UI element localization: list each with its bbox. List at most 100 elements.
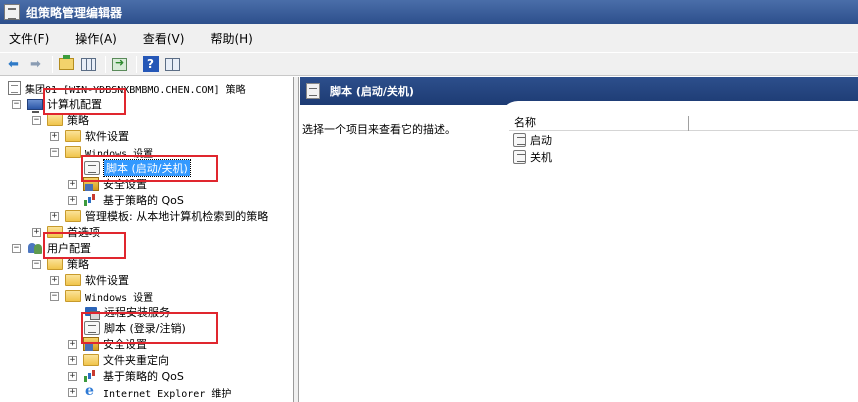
pane-splitter[interactable] <box>294 77 299 402</box>
folder-icon <box>47 258 63 270</box>
tree-item-label: 安全设置 <box>103 338 147 351</box>
tree-item-computer-windows[interactable]: − Windows 设置 <box>50 144 153 160</box>
toolbar-separator <box>136 55 137 73</box>
expand-icon[interactable]: + <box>68 179 77 189</box>
expand-icon[interactable]: + <box>68 339 77 349</box>
menu-help[interactable]: 帮助(H) <box>207 28 255 49</box>
folder-icon <box>47 114 63 126</box>
expand-icon[interactable]: + <box>68 387 77 397</box>
expand-icon[interactable]: + <box>68 195 77 205</box>
tree-item-label: 用户配置 <box>47 242 91 255</box>
collapse-icon[interactable]: − <box>12 243 21 253</box>
tree-item-user-windows[interactable]: − Windows 设置 <box>50 288 153 304</box>
collapse-icon[interactable]: − <box>32 115 41 125</box>
menu-bar: 文件(F) 操作(A) 查看(V) 帮助(H) <box>0 24 858 52</box>
folder-icon <box>47 226 63 238</box>
expand-icon[interactable]: + <box>50 275 59 285</box>
tree-item-label: 计算机配置 <box>47 98 102 111</box>
computer-icon <box>27 98 43 113</box>
folder-icon <box>65 290 81 302</box>
list-item-label: 关机 <box>530 151 552 164</box>
toolbar-separator <box>52 55 53 73</box>
script-icon <box>84 161 100 175</box>
tree-item-user-ie[interactable]: + Internet Explorer 维护 <box>68 383 232 400</box>
folder-icon <box>83 354 99 366</box>
column-header-blank[interactable] <box>689 116 858 131</box>
collapse-icon[interactable]: − <box>50 147 59 157</box>
security-settings-icon <box>83 177 99 191</box>
expand-icon[interactable]: + <box>68 371 77 381</box>
list-item-label: 启动 <box>530 134 552 147</box>
remote-install-icon <box>84 305 100 320</box>
gpo-document-icon <box>8 81 21 95</box>
toolbar-separator <box>105 55 106 73</box>
title-bar: 组策略管理编辑器 <box>0 0 858 24</box>
tree-item-computer-qos[interactable]: + 基于策略的 QoS <box>68 192 184 208</box>
script-icon <box>306 83 320 99</box>
list-item-startup[interactable]: 启动 <box>513 132 552 148</box>
tree-item-label: 基于策略的 QoS <box>103 194 184 207</box>
folder-icon <box>65 146 81 158</box>
tree-item-label: 策略 <box>67 114 89 127</box>
collapse-icon[interactable]: − <box>50 291 59 301</box>
folder-icon <box>65 210 81 222</box>
tree-item-label: 脚本 (启动/关机) <box>103 159 191 177</box>
script-icon <box>513 150 526 164</box>
column-header-name[interactable]: 名称 <box>509 116 689 131</box>
tree-item-computer-security[interactable]: + 安全设置 <box>68 176 147 192</box>
back-icon[interactable]: ⬅ <box>4 55 23 74</box>
show-hide-action-pane-icon[interactable] <box>163 55 182 74</box>
forward-icon[interactable]: ➡ <box>26 55 45 74</box>
tree-item-user-scripts[interactable]: 脚本 (登录/注销) <box>84 320 186 336</box>
tree-item-user-remote-install[interactable]: 远程安装服务 <box>84 304 170 320</box>
column-headers: 名称 <box>509 116 858 131</box>
details-title: 脚本 (启动/关机) <box>330 85 414 98</box>
menu-view[interactable]: 查看(V) <box>140 28 188 49</box>
tree-item-label: Windows 设置 <box>85 292 154 304</box>
tree-item-user-policies[interactable]: − 策略 <box>32 256 89 272</box>
help-icon[interactable]: ? <box>141 55 160 74</box>
tree-item-label: 文件夹重定向 <box>103 354 169 367</box>
tree-item-computer-policies[interactable]: − 策略 <box>32 112 89 128</box>
collapse-icon[interactable]: − <box>12 99 21 109</box>
tree-item-label: 基于策略的 QoS <box>103 370 184 383</box>
tree-item-user-security[interactable]: + 安全设置 <box>68 336 147 352</box>
tree-item-label: Internet Explorer 维护 <box>103 388 232 400</box>
tree-item-computer-software[interactable]: + 软件设置 <box>50 128 129 144</box>
tree-item-computer-admin-templates[interactable]: + 管理模板: 从本地计算机检索到的策略 <box>50 208 268 224</box>
expand-icon[interactable]: + <box>32 227 41 237</box>
items-list[interactable]: 名称 启动 关机 <box>509 116 858 402</box>
expand-icon[interactable]: + <box>68 355 77 365</box>
tree-pane[interactable]: 集团01 [WIN-YDBSNXBMBMO.CHEN.COM] 策略 − 计算机… <box>0 77 294 402</box>
tree-item-label: 软件设置 <box>85 130 129 143</box>
menu-file[interactable]: 文件(F) <box>6 28 52 49</box>
list-item-shutdown[interactable]: 关机 <box>513 149 552 165</box>
tree-item-computer-config[interactable]: − 计算机配置 <box>12 96 102 113</box>
tree-item-user-folder-redirection[interactable]: + 文件夹重定向 <box>68 352 169 368</box>
internet-explorer-icon <box>83 383 99 399</box>
tree-item-user-software[interactable]: + 软件设置 <box>50 272 129 288</box>
tree-item-label: 脚本 (登录/注销) <box>104 322 186 335</box>
expand-icon[interactable]: + <box>50 131 59 141</box>
folder-icon <box>65 130 81 142</box>
up-folder-icon[interactable] <box>57 55 76 74</box>
expand-icon[interactable]: + <box>50 211 59 221</box>
tree-root[interactable]: 集团01 [WIN-YDBSNXBMBMO.CHEN.COM] 策略 <box>8 80 246 96</box>
details-pane: 脚本 (启动/关机) 选择一个项目来查看它的描述。 名称 启动 关机 <box>300 77 858 402</box>
show-hide-tree-icon[interactable] <box>79 55 98 74</box>
tree-item-computer-preferences[interactable]: + 首选项 <box>32 224 100 240</box>
tree-item-label: 管理模板: 从本地计算机检索到的策略 <box>85 210 269 223</box>
gpo-editor-icon <box>4 4 20 20</box>
tree-item-label: 远程安装服务 <box>104 306 170 319</box>
tree-item-label: 软件设置 <box>85 274 129 287</box>
export-list-icon[interactable] <box>110 55 129 74</box>
menu-action[interactable]: 操作(A) <box>72 28 120 49</box>
security-settings-icon <box>83 337 99 351</box>
tree-item-user-config[interactable]: − 用户配置 <box>12 240 91 256</box>
tree-item-computer-scripts[interactable]: 脚本 (启动/关机) <box>84 159 191 177</box>
tree-item-user-qos[interactable]: + 基于策略的 QoS <box>68 368 184 384</box>
tree-item-label: Windows 设置 <box>85 148 154 160</box>
tree-item-label: 首选项 <box>67 226 100 239</box>
qos-chart-icon <box>83 369 99 383</box>
collapse-icon[interactable]: − <box>32 259 41 269</box>
